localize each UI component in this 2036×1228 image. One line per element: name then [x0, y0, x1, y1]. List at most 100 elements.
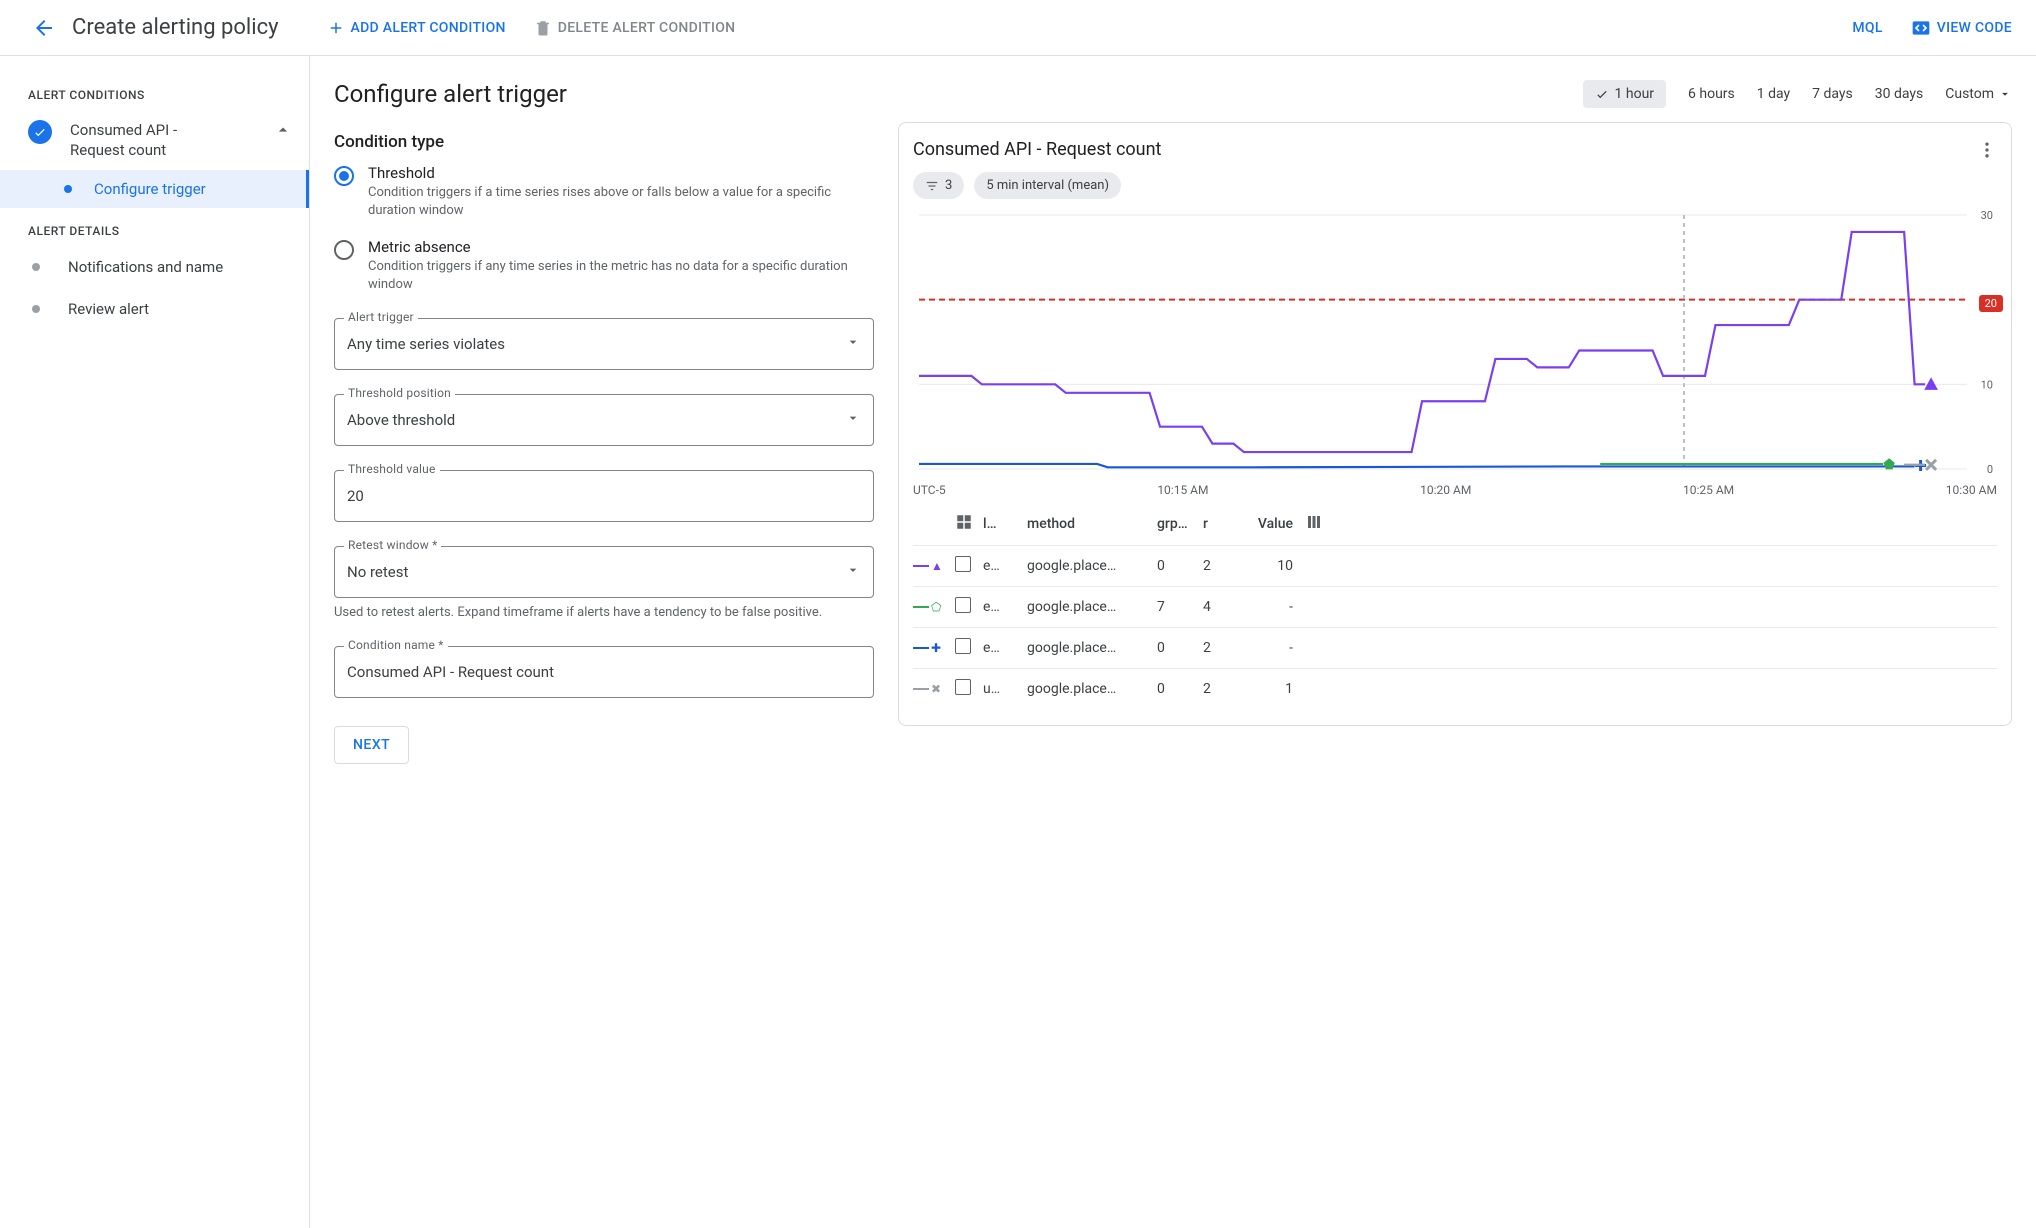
condition-name-input[interactable]: Condition name * Consumed API - Request …: [334, 646, 874, 698]
chevron-down-icon: [845, 334, 861, 354]
row-checkbox[interactable]: [955, 597, 983, 617]
chart-svg: 0102030: [913, 209, 1997, 479]
cell-value: -: [1233, 640, 1293, 656]
active-dot-icon: [64, 185, 72, 193]
retest-window-value: No retest: [347, 563, 408, 581]
x-tick: 10:25 AM: [1683, 483, 1734, 497]
series-marker-icon: ✚: [913, 641, 955, 655]
condition-name-label: Condition name *: [344, 638, 448, 652]
condition-step[interactable]: Consumed API - Request count: [0, 110, 309, 170]
nav-review-alert[interactable]: Review alert: [0, 288, 309, 330]
cell-value: -: [1233, 599, 1293, 615]
condition-type-threshold[interactable]: Threshold Condition triggers if a time s…: [334, 164, 874, 220]
back-button[interactable]: [24, 8, 64, 48]
next-label: NEXT: [353, 737, 390, 753]
interval-chip[interactable]: 5 min interval (mean): [974, 172, 1121, 199]
nav-notifications-and-name[interactable]: Notifications and name: [0, 246, 309, 288]
notifications-label: Notifications and name: [68, 258, 223, 276]
arrow-left-icon: [32, 16, 56, 40]
add-alert-condition-button[interactable]: ADD ALERT CONDITION: [327, 19, 506, 37]
table-row[interactable]: ✚e…google.place…02-: [913, 627, 1997, 668]
review-label: Review alert: [68, 300, 149, 318]
grid-selector-icon[interactable]: [955, 513, 983, 535]
chart-column: 1 hour 6 hours 1 day 7 days 30 days Cust…: [898, 80, 2012, 1204]
series-marker-icon: ✖: [913, 682, 955, 696]
cell-method: google.place…: [1027, 558, 1157, 574]
condition-type-metric-absence[interactable]: Metric absence Condition triggers if any…: [334, 238, 874, 294]
range-7days[interactable]: 7 days: [1812, 86, 1853, 102]
cell-r: 2: [1203, 640, 1233, 656]
cell-grp: 0: [1157, 558, 1203, 574]
x-tick: 10:20 AM: [1420, 483, 1471, 497]
range-1day[interactable]: 1 day: [1757, 86, 1790, 102]
row-checkbox[interactable]: [955, 638, 983, 658]
columns-icon[interactable]: [1293, 513, 1323, 535]
x-axis: UTC-5 10:15 AM 10:20 AM 10:25 AM 10:30 A…: [913, 479, 1997, 497]
filter-icon: [925, 179, 939, 193]
condition-step-label: Consumed API - Request count: [70, 120, 220, 160]
cell-grp: 0: [1157, 640, 1203, 656]
view-code-button[interactable]: VIEW CODE: [1911, 18, 2012, 38]
threshold-desc: Condition triggers if a time series rise…: [368, 184, 848, 220]
table-row[interactable]: ⬠e…google.place…74-: [913, 586, 1997, 627]
svg-text:0: 0: [1987, 463, 1993, 476]
filter-chip-count: 3: [945, 178, 952, 193]
cell-r: 2: [1203, 558, 1233, 574]
legend-table: l… method grp… r Value ▲e…google.place…0…: [913, 503, 1997, 709]
form-column: Configure alert trigger Condition type T…: [334, 80, 874, 1204]
table-row[interactable]: ▲e…google.place…0210: [913, 545, 1997, 586]
filter-chip[interactable]: 3: [913, 172, 964, 199]
custom-label: Custom: [1945, 86, 1994, 102]
topbar: Create alerting policy ADD ALERT CONDITI…: [0, 0, 2036, 56]
row-checkbox[interactable]: [955, 679, 983, 699]
table-row[interactable]: ✖u…google.place…021: [913, 668, 1997, 709]
pending-dot-icon: [32, 263, 40, 271]
retest-window-select[interactable]: Retest window * No retest: [334, 546, 874, 598]
trash-icon: [534, 19, 552, 37]
chart-area: 0102030 20: [913, 209, 1997, 479]
alert-details-label: ALERT DETAILS: [0, 216, 309, 246]
range-30days[interactable]: 30 days: [1875, 86, 1923, 102]
substep-configure-trigger[interactable]: Configure trigger: [0, 170, 309, 208]
alert-conditions-label: ALERT CONDITIONS: [0, 80, 309, 110]
absence-title: Metric absence: [368, 238, 848, 256]
threshold-position-select[interactable]: Threshold position Above threshold: [334, 394, 874, 446]
cell-r: 4: [1203, 599, 1233, 615]
th-grp: grp…: [1157, 516, 1203, 532]
retest-window-label: Retest window *: [344, 538, 441, 552]
cell-l: e…: [983, 599, 1027, 615]
code-icon: [1911, 18, 1931, 38]
tz-label: UTC-5: [913, 483, 946, 497]
sidebar: ALERT CONDITIONS Consumed API - Request …: [0, 56, 310, 1228]
form-heading: Configure alert trigger: [334, 80, 874, 108]
range-custom[interactable]: Custom: [1945, 86, 2012, 102]
cell-l: e…: [983, 558, 1027, 574]
main: Configure alert trigger Condition type T…: [310, 56, 2036, 1228]
mql-button[interactable]: MQL: [1852, 20, 1882, 36]
series-marker-icon: ▲: [913, 559, 955, 573]
svg-text:30: 30: [1981, 209, 1993, 222]
condition-type-subhead: Condition type: [334, 132, 874, 152]
next-button[interactable]: NEXT: [334, 726, 409, 764]
x-tick: 10:15 AM: [1157, 483, 1208, 497]
pending-dot-icon: [32, 305, 40, 313]
range-6hours[interactable]: 6 hours: [1688, 86, 1735, 102]
threshold-title: Threshold: [368, 164, 848, 182]
th-value: Value: [1233, 516, 1293, 532]
alert-trigger-value: Any time series violates: [347, 335, 505, 353]
more-vert-icon[interactable]: [1977, 140, 1997, 160]
mql-label: MQL: [1852, 20, 1882, 36]
row-checkbox[interactable]: [955, 556, 983, 576]
range-label: 1 hour: [1615, 86, 1655, 102]
delete-alert-condition-button[interactable]: DELETE ALERT CONDITION: [534, 19, 736, 37]
series-marker-icon: ⬠: [913, 600, 955, 614]
alert-trigger-select[interactable]: Alert trigger Any time series violates: [334, 318, 874, 370]
threshold-badge: 20: [1979, 295, 2003, 312]
page-title: Create alerting policy: [72, 15, 279, 40]
th-r: r: [1203, 516, 1233, 532]
range-1hour[interactable]: 1 hour: [1583, 80, 1667, 108]
chevron-up-icon[interactable]: [273, 120, 293, 144]
alert-trigger-label: Alert trigger: [344, 310, 418, 324]
threshold-value-input[interactable]: Threshold value 20: [334, 470, 874, 522]
th-l: l…: [983, 516, 1027, 532]
